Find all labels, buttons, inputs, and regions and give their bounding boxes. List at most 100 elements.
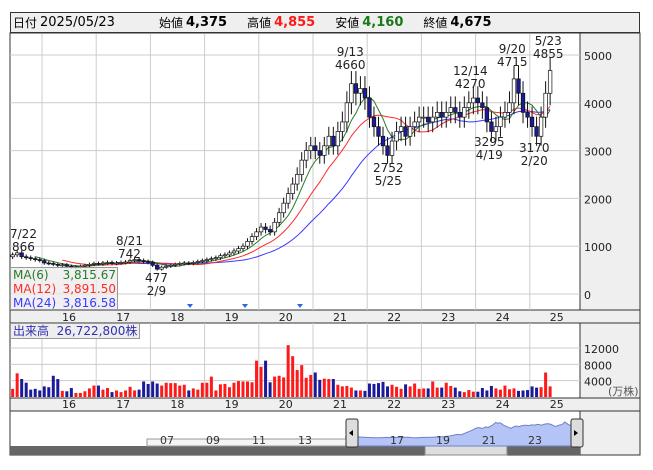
volume-bar [489,385,493,397]
volume-bar [422,388,426,397]
candle [118,262,124,264]
candle [236,248,241,252]
volume-bar [327,379,331,397]
volume-bar [417,388,421,397]
volume-bar [440,387,444,397]
volume-bar [218,384,222,397]
volume-bar [480,388,484,397]
x-tick-label: 19 [225,311,239,324]
volume-bar [363,390,367,397]
ma6-label: MA(6) [13,268,49,282]
candle [313,145,318,151]
candle [222,254,228,257]
ma-legend: MA(6) 3,815.67 MA(12) 3,891.50 MA(24) 3,816… [10,267,118,310]
volume-bar [340,386,344,397]
candle [525,112,530,118]
candle [227,252,232,256]
volume-bar [286,345,290,397]
volume-bar [137,389,141,397]
candle [51,263,56,265]
volume-bar [214,390,218,397]
candle [245,241,250,247]
low-label: 安値 [335,16,360,30]
candle [444,112,449,118]
volume-bar [295,370,299,397]
volume-bar [526,390,530,397]
volume-x-tick-label: 19 [225,398,239,411]
volume-bar [539,387,543,397]
volume-bar [367,383,371,397]
volume-bar [467,390,471,397]
volume-bar [494,388,498,397]
candle [155,264,160,270]
volume-bar [20,379,24,397]
volume-bar [209,376,213,397]
annotation-low-2022: 2752 5/25 [373,162,404,188]
volume-bar [291,356,295,397]
candle [186,262,191,265]
volume-x-tick-label: 18 [170,398,184,411]
candle [439,112,444,118]
ma12-legend: MA(12) 3,891.50 [11,282,117,296]
volume-bar [408,386,412,397]
y-tick-label: 5000 [584,50,612,63]
volume-bar [435,387,439,397]
annotation-high-2024: 9/20 4715 [497,43,528,69]
annotation-date: 2/9 [146,284,167,298]
navigator-label: 09 [206,434,220,447]
candle [389,140,395,156]
annotation-value: 4270 [455,77,486,91]
volume-bar [444,382,448,397]
candle [191,262,196,264]
annotation-high-2015: 7/22 866 [10,228,37,254]
candle [91,263,97,265]
x-tick-label: 22 [387,311,401,324]
volume-bar [164,382,168,397]
volume-bar [390,384,394,397]
volume-bar [358,390,362,397]
ma6-value: 3,815.67 [62,268,116,282]
volume-bar [60,390,64,397]
candle [28,257,33,260]
x-tick-label: 18 [170,311,184,324]
candle [349,83,354,104]
candle [37,259,42,261]
candle [290,183,295,194]
volume-bar [51,375,55,397]
candle [218,255,223,259]
annotation-low-2025: 3170 2/20 [519,142,550,168]
candle [498,116,503,128]
volume-x-axis-panel [9,397,641,412]
annotation-high-2021: 9/13 4660 [335,46,366,72]
volume-bar [56,379,60,397]
volume-bar [15,373,19,397]
annotation-low-2018: 477 2/9 [145,272,168,298]
candle [471,97,476,104]
volume-bar [535,387,539,397]
volume-bar [336,384,340,397]
volume-bar [124,390,128,397]
candle [520,92,526,113]
volume-bar [345,385,349,397]
volume-bar [187,390,191,397]
ma24-label: MA(24) [13,296,57,310]
volume-bar [128,386,132,397]
volume-bar [142,381,146,397]
date-label: 日付 [13,16,38,30]
volume-bar [255,360,259,397]
volume-bar [503,385,507,397]
scrollbar-thumb[interactable] [424,445,508,456]
volume-bar [47,387,51,397]
candle [394,131,399,142]
candle [123,261,128,264]
volume-bar [282,377,286,397]
volume-bar [133,390,137,397]
volume-bar [232,382,236,397]
stock-chart-widget: 0 1000 2000 3000 4000 5000 16 16 17 17 18 18 19 19 20 2… [0,0,653,470]
volume-bar [83,391,87,397]
annotation-value: 4715 [497,55,528,69]
chart-canvas: 0100020003000400050001616171718181919202… [9,32,641,456]
volume-bar [160,385,164,397]
volume-bar [92,385,96,397]
candle [299,159,304,175]
